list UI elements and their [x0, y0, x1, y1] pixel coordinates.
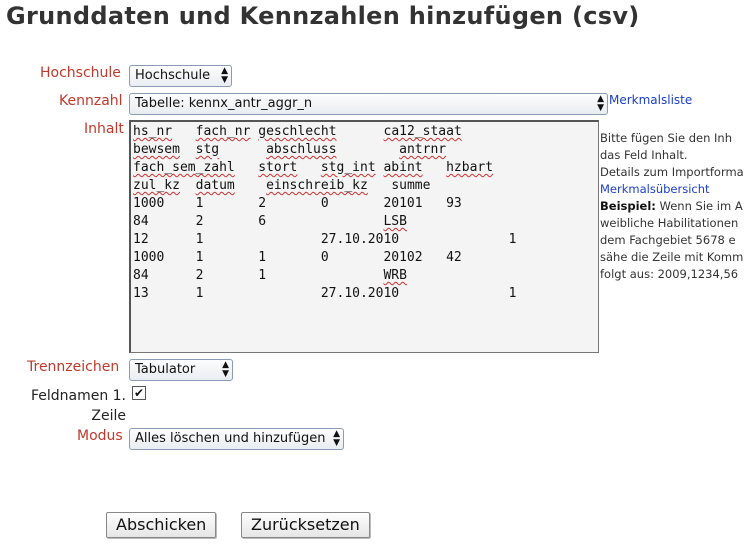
misspelled-token: einschreib_kz — [266, 178, 368, 193]
misspelled-token: stg — [195, 142, 220, 157]
trennzeichen-select[interactable]: Tabulator ▲ ▼ — [129, 359, 233, 381]
help-example: Beispiel: Wenn Sie im A — [600, 198, 754, 215]
inhalt-line: 12 1 27.10.2010 1 — [133, 231, 596, 249]
help-text: Bitte fügen Sie den Inh das Feld Inhalt.… — [600, 130, 754, 283]
misspelled-token: ca12_staat — [383, 124, 462, 139]
trennzeichen-select-value: Tabulator — [135, 362, 196, 377]
help-line: folgt aus: 2009,1234,56 — [600, 267, 739, 281]
page-title: Grunddaten und Kennzahlen hinzufügen (cs… — [6, 2, 640, 30]
inhalt-line: fach_sem_zahl stort stg_int abint hzbart — [133, 159, 596, 177]
help-line: Details zum Importforma — [600, 165, 744, 179]
example-text: Wenn Sie im A — [655, 199, 743, 213]
merkmalsuebersicht-link[interactable]: Merkmalsübersicht — [600, 181, 754, 198]
misspelled-token: WRB — [383, 268, 407, 283]
modus-select-value: Alles löschen und hinzufügen — [135, 431, 326, 446]
modus-select[interactable]: Alles löschen und hinzufügen ▲ ▼ — [129, 428, 344, 450]
misspelled-token: stort — [258, 160, 298, 175]
reset-button[interactable]: Zurücksetzen — [241, 512, 370, 538]
inhalt-line: 1000 1 2 0 20101 93 — [133, 195, 596, 213]
select-arrows-icon: ▲ ▼ — [221, 66, 228, 85]
token: 84 2 6 — [133, 214, 384, 229]
misspelled-token: fach_sem_zahl — [133, 160, 235, 175]
inhalt-line: 13 1 27.10.2010 1 — [133, 285, 596, 303]
misspelled-token: hzbart — [446, 160, 494, 175]
kennzahl-select-value: Tabelle: kennx_antr_aggr_n — [135, 96, 313, 111]
misspelled-token: LSB — [383, 214, 407, 229]
inhalt-line: hs_nr fach_nr geschlecht ca12_staat — [133, 123, 596, 141]
token: 12 1 27.10.2010 1 — [133, 232, 517, 247]
misspelled-token: abschluss — [266, 142, 337, 157]
misspelled-token: stg_int — [320, 160, 376, 175]
misspelled-token: bewsem — [133, 142, 180, 157]
select-arrows-icon: ▲ ▼ — [597, 94, 604, 113]
merkmalsliste-link[interactable]: Merkmalsliste — [609, 93, 692, 107]
inhalt-line: 1000 1 1 0 20102 42 — [133, 249, 596, 267]
hochschule-label: Hochschule — [40, 65, 121, 81]
token: 13 1 27.10.2010 1 — [133, 286, 517, 301]
inhalt-line: 84 2 6 LSB — [133, 213, 596, 231]
feldnamen-label-line2: Zeile — [91, 408, 126, 424]
misspelled-token: zul_kz — [133, 178, 180, 193]
misspelled-token: antrnr — [399, 142, 447, 157]
token: 1000 1 2 0 20101 93 — [133, 196, 462, 211]
help-line: dem Fachgebiet 5678 e — [600, 233, 736, 247]
checkmark-icon: ✔ — [133, 386, 145, 400]
feldnamen-checkbox[interactable]: ✔ — [132, 386, 146, 400]
modus-label: Modus — [77, 428, 123, 444]
misspelled-token: hs_nr — [133, 124, 173, 139]
misspelled-token: geschlecht — [258, 124, 337, 139]
kennzahl-select[interactable]: Tabelle: kennx_antr_aggr_n ▲ ▼ — [129, 93, 608, 115]
inhalt-line: bewsem stg abschluss antrnr — [133, 141, 596, 159]
feldnamen-label-line1: Feldnamen 1. — [30, 388, 126, 404]
misspelled-token: fach_nr — [195, 124, 251, 139]
select-arrows-icon: ▲ ▼ — [333, 429, 340, 448]
inhalt-textarea[interactable]: hs_nr fach_nr geschlecht ca12_staat bewse… — [129, 120, 599, 353]
select-arrows-icon: ▲ ▼ — [222, 360, 229, 379]
help-line: Bitte fügen Sie den Inh — [600, 131, 733, 145]
token: summe — [391, 178, 431, 193]
kennzahl-label: Kennzahl — [59, 93, 123, 109]
inhalt-line: zul_kz datum einschreib_kz summe — [133, 177, 596, 195]
help-line: sähe die Zeile mit Komm — [600, 250, 744, 264]
trennzeichen-label: Trennzeichen — [27, 359, 120, 375]
example-label: Beispiel: — [600, 199, 656, 213]
token: 84 2 1 — [133, 268, 384, 283]
misspelled-token: abint — [383, 160, 423, 175]
misspelled-token: datum — [195, 178, 235, 193]
token: 1000 1 1 0 20102 42 — [133, 250, 462, 265]
feldnamen-label: Feldnamen 1. Zeile — [25, 386, 126, 426]
hochschule-select-value: Hochschule — [135, 68, 211, 83]
inhalt-line: 84 2 1 WRB — [133, 267, 596, 285]
submit-button[interactable]: Abschicken — [106, 512, 217, 538]
help-line: das Feld Inhalt. — [600, 148, 688, 162]
hochschule-select[interactable]: Hochschule ▲ ▼ — [129, 65, 232, 87]
help-line: weibliche Habilitationen — [600, 216, 739, 230]
inhalt-label: Inhalt — [84, 121, 124, 137]
